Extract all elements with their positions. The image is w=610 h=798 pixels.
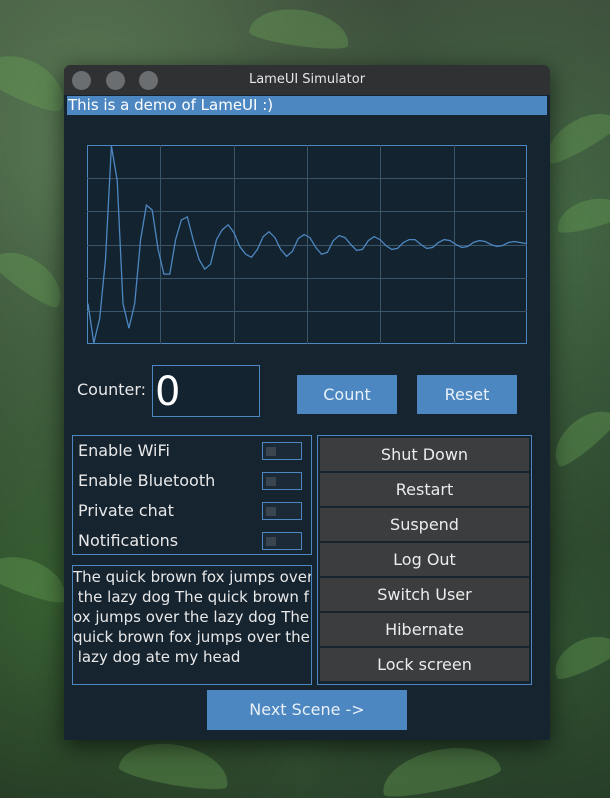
- text-box-line: ox jumps over the lazy dog The: [73, 608, 310, 626]
- text-box-line: lazy dog ate my head: [73, 648, 241, 666]
- text-box-line: quick brown fox jumps over the: [73, 628, 310, 646]
- wallpaper-leaf: [544, 399, 610, 471]
- counter-label: Counter:: [77, 380, 147, 399]
- menu-item-switch-user[interactable]: Switch User: [320, 578, 529, 611]
- wallpaper-leaf: [377, 737, 503, 798]
- menu-item-suspend[interactable]: Suspend: [320, 508, 529, 541]
- power-menu: Shut Down Restart Suspend Log Out Switch…: [317, 435, 532, 685]
- menu-item-log-out[interactable]: Log Out: [320, 543, 529, 576]
- text-box-line: the lazy dog The quick brown f: [73, 588, 309, 606]
- toggle-notifications[interactable]: [262, 532, 302, 550]
- count-button[interactable]: Count: [297, 375, 397, 414]
- simulator-window: LameUI Simulator This is a demo of LameU…: [64, 65, 550, 740]
- counter-display: 0: [152, 365, 260, 417]
- wallpaper-leaf: [552, 191, 610, 237]
- window-titlebar[interactable]: LameUI Simulator: [64, 65, 550, 95]
- toggle-label-private-chat: Private chat: [78, 501, 174, 520]
- toggle-panel: Enable WiFi Enable Bluetooth Private cha…: [72, 435, 312, 555]
- toggle-bluetooth[interactable]: [262, 472, 302, 490]
- demo-banner: This is a demo of LameUI :): [67, 96, 547, 115]
- wallpaper-leaf: [0, 546, 74, 608]
- text-box-line: The quick brown fox jumps over: [73, 568, 312, 586]
- wallpaper-leaf: [117, 735, 233, 795]
- toggle-label-wifi: Enable WiFi: [78, 441, 170, 460]
- toggle-label-notifications: Notifications: [78, 531, 179, 550]
- menu-item-lock-screen[interactable]: Lock screen: [320, 648, 529, 681]
- toggle-label-bluetooth: Enable Bluetooth: [78, 471, 216, 490]
- window-title: LameUI Simulator: [248, 72, 366, 87]
- toggle-knob: [266, 447, 276, 456]
- menu-item-shut-down[interactable]: Shut Down: [320, 438, 529, 471]
- toggle-wifi[interactable]: [262, 442, 302, 460]
- menu-item-hibernate[interactable]: Hibernate: [320, 613, 529, 646]
- line-chart-svg: [87, 145, 527, 344]
- text-box[interactable]: The quick brown fox jumps over the lazy …: [72, 565, 312, 685]
- wallpaper-leaf: [247, 3, 353, 53]
- reset-button[interactable]: Reset: [417, 375, 517, 414]
- counter-value: 0: [155, 369, 181, 415]
- toggle-knob: [266, 537, 276, 546]
- menu-item-restart[interactable]: Restart: [320, 473, 529, 506]
- line-chart: [87, 145, 527, 344]
- toggle-knob: [266, 477, 276, 486]
- wallpaper-leaf: [546, 626, 610, 684]
- demo-banner-text: This is a demo of LameUI :): [68, 96, 274, 114]
- wallpaper-leaf: [0, 239, 72, 313]
- toggle-private-chat[interactable]: [262, 502, 302, 520]
- toggle-knob: [266, 507, 276, 516]
- next-scene-button[interactable]: Next Scene ->: [207, 690, 407, 730]
